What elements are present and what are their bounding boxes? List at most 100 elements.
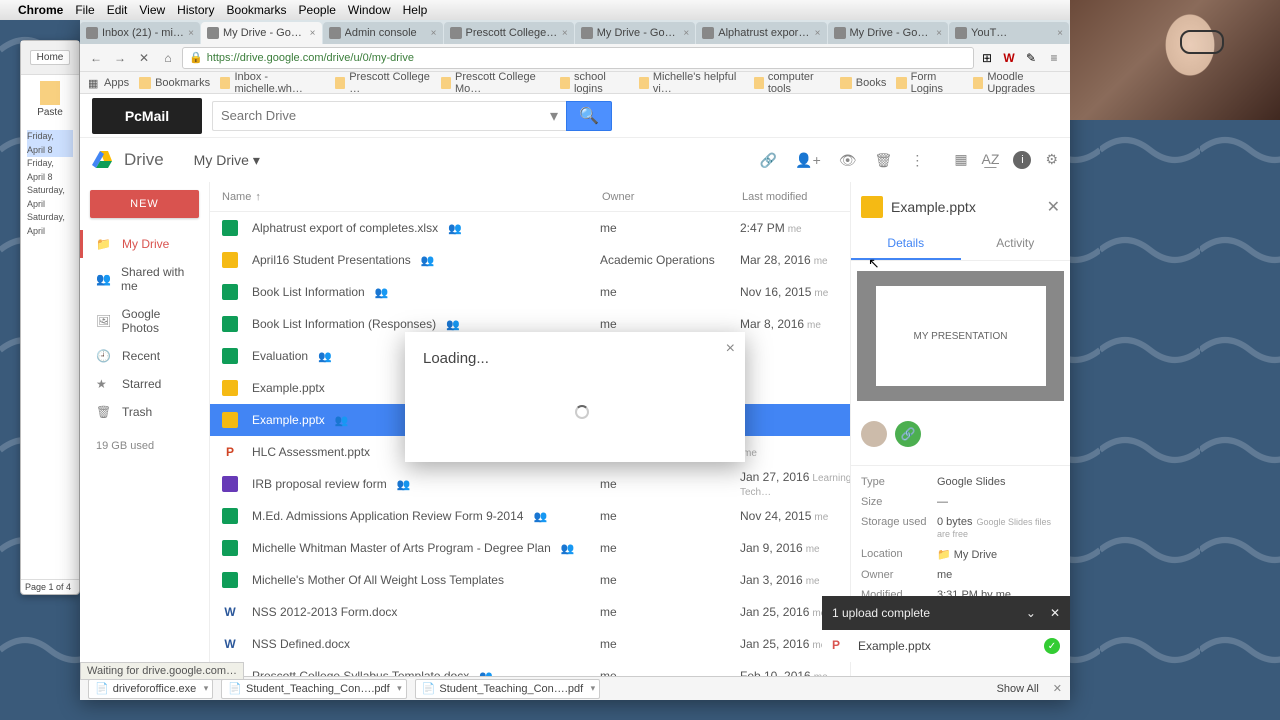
more-icon[interactable]: ⋮: [910, 152, 924, 169]
menu-history[interactable]: History: [177, 3, 214, 17]
tab-close-icon[interactable]: ×: [188, 28, 194, 39]
search-button[interactable]: 🔍: [566, 101, 612, 131]
file-row[interactable]: Book List Information👥meNov 16, 2015me—: [210, 276, 850, 308]
tab-close-icon[interactable]: ×: [936, 28, 942, 39]
file-owner: me: [600, 221, 740, 235]
browser-tab[interactable]: YouT…×: [949, 22, 1069, 44]
link-icon[interactable]: 🔗: [760, 152, 777, 169]
link-share-icon[interactable]: 🔗: [895, 421, 921, 447]
forward-button[interactable]: →: [110, 48, 130, 68]
sidebar-item-shared-with-me[interactable]: 👥Shared with me: [80, 258, 209, 300]
sidebar-item-trash[interactable]: 🗑Trash: [80, 398, 209, 426]
logo[interactable]: PcMail: [92, 98, 202, 134]
tab-close-icon[interactable]: ×: [431, 28, 437, 39]
sidebar-item-recent[interactable]: 🕘Recent: [80, 342, 209, 370]
file-row[interactable]: M.Ed. Admissions Application Review Form…: [210, 500, 850, 532]
browser-tab[interactable]: Inbox (21) - michelle…×: [80, 22, 200, 44]
drive-title[interactable]: Drive: [124, 150, 164, 170]
download-item[interactable]: 📄Student_Teaching_Con….pdf▾: [415, 679, 600, 699]
menu-window[interactable]: Window: [348, 3, 391, 17]
tab-close-icon[interactable]: ×: [815, 28, 821, 39]
menu-help[interactable]: Help: [403, 3, 428, 17]
browser-tab[interactable]: My Drive - Google Drive×: [828, 22, 949, 44]
trash-icon[interactable]: 🗑: [875, 152, 893, 169]
menu-view[interactable]: View: [139, 3, 165, 17]
close-shelf-icon[interactable]: ✕: [1053, 682, 1062, 695]
bookmark-item[interactable]: Inbox - michelle.wh…: [220, 71, 325, 95]
share-icon[interactable]: 👤+: [795, 152, 821, 169]
menu-bookmarks[interactable]: Bookmarks: [227, 3, 287, 17]
col-modified[interactable]: Last modified: [742, 191, 850, 203]
chevron-down-icon[interactable]: ▾: [204, 683, 209, 694]
bookmark-item[interactable]: Bookmarks: [139, 77, 210, 89]
file-row[interactable]: IRB proposal review form👥meJan 27, 2016L…: [210, 468, 850, 500]
col-name[interactable]: Name: [222, 191, 251, 203]
browser-tab[interactable]: Alphatrust export of com…×: [696, 22, 826, 44]
file-preview[interactable]: MY PRESENTATION: [857, 271, 1064, 401]
new-button[interactable]: NEW: [90, 190, 199, 218]
menu-file[interactable]: File: [75, 3, 94, 17]
menu-people[interactable]: People: [299, 3, 336, 17]
browser-tab[interactable]: Admin console×: [323, 22, 443, 44]
tab-close-icon[interactable]: ×: [562, 28, 568, 39]
bookmark-item[interactable]: Books: [840, 77, 887, 89]
modal-close-button[interactable]: ×: [726, 340, 735, 358]
settings-icon[interactable]: ⚙: [1045, 151, 1058, 169]
bookmark-item[interactable]: computer tools: [754, 71, 830, 95]
chevron-down-icon[interactable]: ▾: [397, 683, 402, 694]
sidebar-item-starred[interactable]: ★Starred: [80, 370, 209, 398]
bookmark-item[interactable]: Prescott College Mo…: [441, 71, 550, 95]
toast-item[interactable]: P Example.pptx ✓: [822, 630, 1070, 662]
tab-close-icon[interactable]: ×: [310, 28, 316, 39]
breadcrumb[interactable]: My Drive ▾: [194, 152, 260, 169]
tab-close-icon[interactable]: ×: [683, 28, 689, 39]
file-row[interactable]: Alphatrust export of completes.xlsx👥me2:…: [210, 212, 850, 244]
search-input[interactable]: [212, 101, 542, 131]
menu-edit[interactable]: Edit: [107, 3, 128, 17]
sidebar-item-my-drive[interactable]: 📁My Drive: [80, 230, 209, 258]
toast-collapse-icon[interactable]: ⌄: [1026, 606, 1036, 620]
download-item[interactable]: 📄driveforoffice.exe▾: [88, 679, 213, 699]
browser-tab[interactable]: My Drive - Google Drive×: [575, 22, 696, 44]
bookmark-item[interactable]: Michelle's helpful vi…: [639, 71, 744, 95]
col-owner[interactable]: Owner: [602, 191, 742, 203]
back-button[interactable]: ←: [86, 48, 106, 68]
tab-activity[interactable]: Activity: [961, 228, 1071, 260]
address-bar[interactable]: 🔒 https://drive.google.com/drive/u/0/my-…: [182, 47, 974, 69]
close-details-button[interactable]: ✕: [1047, 197, 1060, 217]
chevron-down-icon[interactable]: ▾: [591, 683, 596, 694]
sort-icon[interactable]: A͟Z: [982, 151, 1000, 169]
browser-tab[interactable]: My Drive - Google Drive×: [201, 22, 322, 44]
bookmark-item[interactable]: school logins: [560, 71, 629, 95]
preview-icon[interactable]: 👁: [839, 152, 857, 169]
menu-button[interactable]: ≡: [1044, 48, 1064, 68]
file-row[interactable]: WNSS Defined.docxmeJan 25, 2016me17 KB: [210, 628, 850, 660]
file-row[interactable]: Michelle's Mother Of All Weight Loss Tem…: [210, 564, 850, 596]
view-grid-icon[interactable]: ▦: [954, 151, 967, 169]
toast-close-icon[interactable]: ✕: [1050, 606, 1060, 620]
home-button[interactable]: ⌂: [158, 48, 178, 68]
extension-icon[interactable]: ⊞: [978, 49, 996, 67]
bookmark-item[interactable]: Moodle Upgrades: [973, 71, 1062, 95]
bookmark-item[interactable]: ▦Apps: [88, 77, 129, 89]
bookmark-item[interactable]: Prescott College …: [335, 71, 431, 95]
extension-icon[interactable]: W: [1000, 49, 1018, 67]
paste-icon[interactable]: [40, 81, 60, 105]
avatar[interactable]: [861, 421, 887, 447]
sidebar-item-google-photos[interactable]: 🖼Google Photos: [80, 300, 209, 342]
bookmark-item[interactable]: Form Logins: [896, 71, 963, 95]
file-row[interactable]: April16 Student Presentations👥Academic O…: [210, 244, 850, 276]
search-dropdown[interactable]: ▾: [542, 101, 566, 131]
download-item[interactable]: 📄Student_Teaching_Con….pdf▾: [221, 679, 406, 699]
tab-close-icon[interactable]: ×: [1057, 28, 1063, 39]
tab-details[interactable]: Details: [851, 228, 961, 260]
info-icon[interactable]: i: [1013, 151, 1031, 169]
extension-icon[interactable]: ✎: [1022, 49, 1040, 67]
word-home-tab[interactable]: Home: [30, 50, 71, 65]
app-name[interactable]: Chrome: [18, 3, 63, 17]
stop-button[interactable]: ✕: [134, 48, 154, 68]
file-row[interactable]: Michelle Whitman Master of Arts Program …: [210, 532, 850, 564]
show-all-downloads[interactable]: Show All ✕: [997, 682, 1062, 695]
browser-tab[interactable]: Prescott College - Calen…×: [444, 22, 574, 44]
file-row[interactable]: WNSS 2012-2013 Form.docxmeJan 25, 2016me…: [210, 596, 850, 628]
